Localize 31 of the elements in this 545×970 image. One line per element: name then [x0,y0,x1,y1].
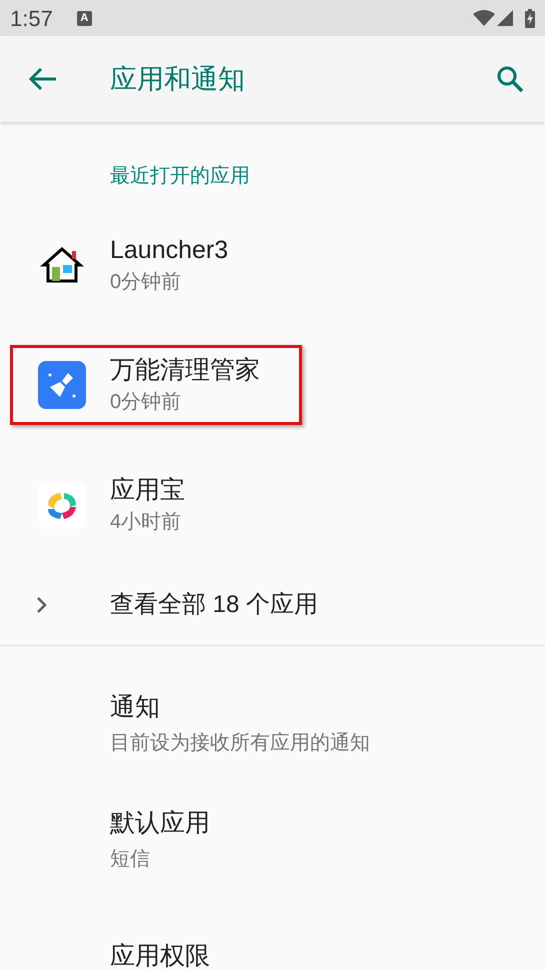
house-icon [40,245,84,285]
app-last-used: 4小时前 [110,510,182,535]
back-arrow-icon [29,67,57,91]
brush-icon [38,361,86,409]
search-icon [496,65,524,93]
chevron-right-icon [36,596,48,614]
signal-icon [497,10,513,26]
app-list-item[interactable]: 万能清理管家 0分钟前 [10,345,302,425]
see-all-apps-item[interactable]: 查看全部 18 个应用 [0,565,545,645]
setting-summary: 目前设为接收所有应用的通知 [110,731,371,756]
app-name: 应用宝 [110,475,185,506]
section-header: 最近打开的应用 [110,164,250,189]
settings-item[interactable]: 通知 目前设为接收所有应用的通知 [0,671,545,787]
app-list-item[interactable]: 应用宝 4小时前 [10,465,302,545]
setting-title: 通知 [110,692,161,722]
app-name: Launcher3 [110,235,228,266]
notification-icon: A [76,10,92,26]
setting-summary: 短信 [110,847,151,872]
settings-item[interactable]: 应用权限 [0,903,545,970]
app-last-used: 0分钟前 [110,270,182,295]
app-last-used: 0分钟前 [110,390,182,415]
clock: 1:57 [10,4,53,32]
page-title: 应用和通知 [110,62,245,96]
setting-title: 默认应用 [110,808,211,838]
app-name: 万能清理管家 [110,355,260,386]
see-all-label: 查看全部 18 个应用 [110,590,318,620]
wifi-icon [473,10,495,26]
setting-title: 应用权限 [110,941,211,970]
app-list-item[interactable]: Launcher3 0分钟前 [10,225,302,305]
battery-charging-icon [525,8,535,28]
settings-item[interactable]: 默认应用 短信 [0,787,545,903]
